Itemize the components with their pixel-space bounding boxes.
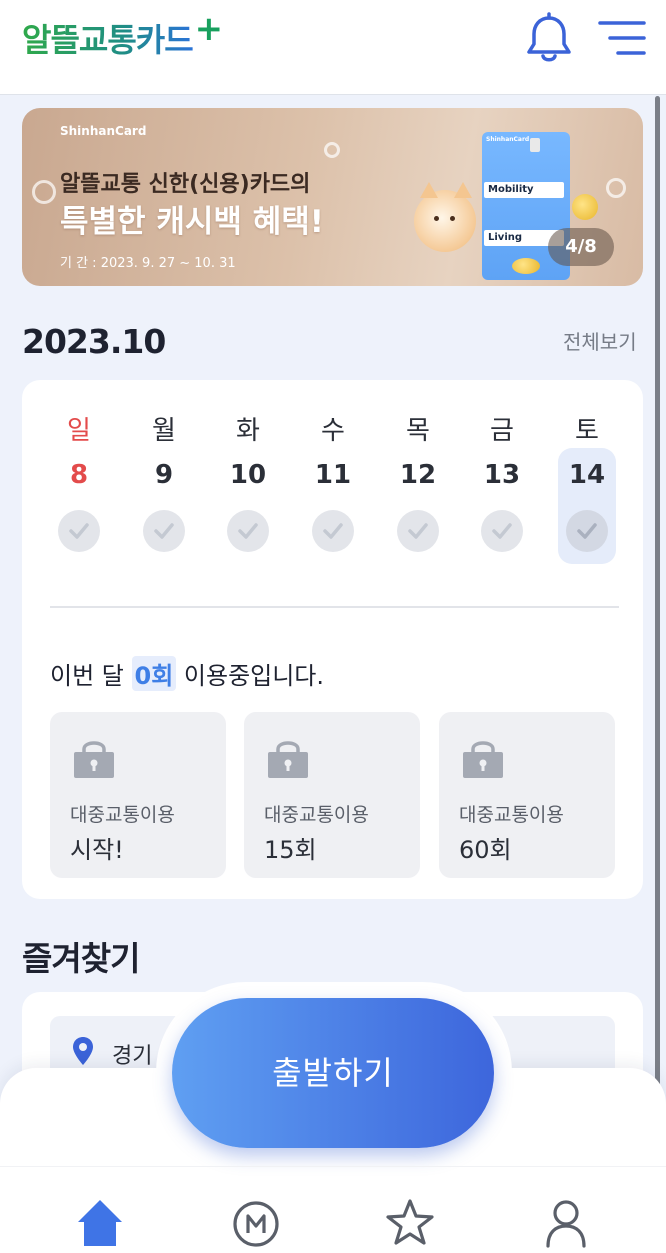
banner-brand: ShinhanCard xyxy=(60,124,147,138)
banner-pager: 4/8 xyxy=(548,228,614,266)
coin-image xyxy=(572,194,598,220)
bell-icon[interactable] xyxy=(524,12,574,64)
card-chip xyxy=(530,138,540,152)
day-name: 일 xyxy=(67,416,91,446)
usage-suffix: 이용중입니다. xyxy=(176,662,325,690)
decor-circle xyxy=(324,142,340,158)
day-number: 8 xyxy=(69,460,89,490)
depart-button[interactable]: 출발하기 xyxy=(172,998,494,1148)
cat-mascot-image xyxy=(414,182,476,252)
check-icon xyxy=(143,510,185,552)
day-number: 10 xyxy=(229,460,267,490)
day-number: 11 xyxy=(314,460,352,490)
weekly-calendar-card: 14 일 8 월 9 화 10 수 11 목 12 금 13 토 이번 달 0회… xyxy=(22,380,643,899)
milestone-tile-start: 대중교통이용 시작! xyxy=(50,712,226,878)
day-number: 13 xyxy=(483,460,521,490)
app-logo[interactable]: 알뜰교통카드 + xyxy=(22,9,224,66)
nav-divider xyxy=(0,1166,666,1167)
location-pin-icon xyxy=(73,1037,93,1065)
m-pass-icon[interactable] xyxy=(230,1196,282,1248)
day-name: 토 xyxy=(575,416,599,446)
lock-icon xyxy=(268,741,308,778)
tile-value: 시작! xyxy=(70,836,124,864)
banner-title-line1: 알뜰교통 신한(신용)카드의 xyxy=(60,172,311,197)
card-row-mobility: Mobility xyxy=(484,182,564,198)
lock-icon xyxy=(74,741,114,778)
banner-period: 기 간 : 2023. 9. 27 ~ 10. 31 xyxy=(60,256,236,271)
banner-title-line2: 특별한 캐시백 혜택! xyxy=(60,204,324,240)
check-icon xyxy=(58,510,100,552)
tile-label: 대중교통이용 xyxy=(70,804,175,826)
day-number: 12 xyxy=(399,460,437,490)
app-header: 알뜰교통카드 + xyxy=(0,0,666,95)
day-number: 9 xyxy=(154,460,174,490)
check-icon xyxy=(481,510,523,552)
decor-circle xyxy=(32,180,56,204)
day-name: 화 xyxy=(236,416,260,446)
user-icon[interactable] xyxy=(540,1196,592,1248)
star-icon[interactable] xyxy=(384,1196,436,1248)
milestone-tile-60: 대중교통이용 60회 xyxy=(439,712,615,878)
usage-prefix: 이번 달 xyxy=(50,662,132,690)
tile-value: 60회 xyxy=(459,836,512,864)
tile-label: 대중교통이용 xyxy=(264,804,369,826)
usage-count: 0회 xyxy=(131,656,177,691)
day-number: 14 xyxy=(568,460,606,490)
tile-label: 대중교통이용 xyxy=(459,804,564,826)
check-icon xyxy=(397,510,439,552)
month-title: 2023.10 xyxy=(22,322,166,361)
favorite-item-label: 경기 xyxy=(112,1044,153,1069)
day-name: 수 xyxy=(321,416,345,446)
logo-text: 알뜰교통카드 xyxy=(22,15,194,61)
monthly-usage-text: 이번 달 0회 이용중입니다. xyxy=(50,656,324,691)
decor-circle xyxy=(606,178,626,198)
tile-value: 15회 xyxy=(264,836,317,864)
scrollbar[interactable] xyxy=(655,96,660,1096)
card-brand: ShinhanCard xyxy=(486,136,530,143)
promo-banner[interactable]: ShinhanCard 알뜰교통 신한(신용)카드의 특별한 캐시백 혜택! 기… xyxy=(22,108,643,286)
hamburger-menu-icon[interactable] xyxy=(598,18,646,58)
logo-plus-mark: + xyxy=(194,9,224,49)
coin-image xyxy=(512,258,540,274)
check-icon xyxy=(227,510,269,552)
home-icon[interactable] xyxy=(74,1196,126,1248)
day-name: 월 xyxy=(152,416,176,446)
view-all-link[interactable]: 전체보기 xyxy=(563,326,637,355)
lock-icon xyxy=(463,741,503,778)
day-name: 목 xyxy=(406,416,430,446)
today-highlight[interactable]: 14 xyxy=(558,448,616,564)
divider xyxy=(50,606,619,608)
check-icon xyxy=(566,510,608,552)
check-icon xyxy=(312,510,354,552)
milestone-tile-15: 대중교통이용 15회 xyxy=(244,712,420,878)
day-name: 금 xyxy=(490,416,514,446)
favorites-title: 즐겨찾기 xyxy=(22,939,140,978)
